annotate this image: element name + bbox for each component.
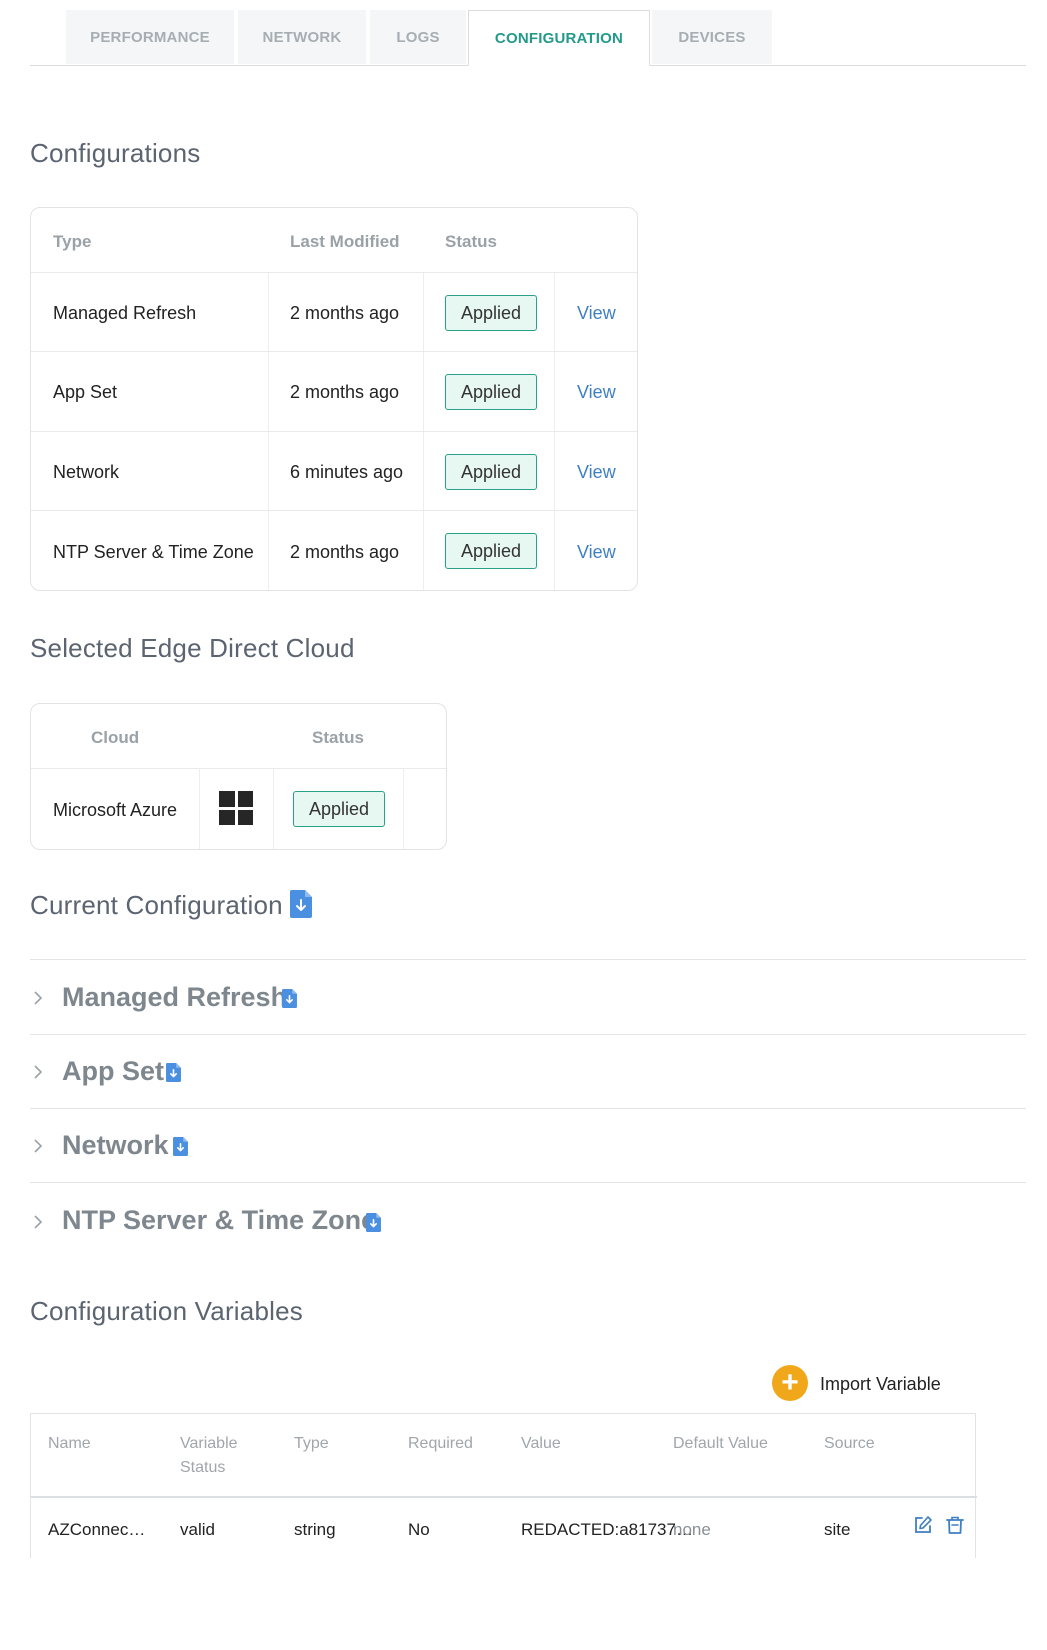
variable-value: REDACTED:a81737… (521, 1520, 693, 1539)
config-variables-table: Name Variable Status Type Required Value… (30, 1413, 977, 1558)
view-link[interactable]: View (577, 542, 616, 563)
config-type: Network (53, 462, 120, 482)
variable-name: AZConnec… (48, 1520, 146, 1539)
accordion-app-set[interactable]: App Set (30, 1034, 1026, 1108)
cloud-name: Microsoft Azure (53, 800, 178, 820)
variable-status: valid (180, 1520, 215, 1539)
config-type: Managed Refresh (53, 303, 197, 323)
download-file-icon[interactable] (166, 1063, 181, 1082)
accordion-managed-refresh[interactable]: Managed Refresh (30, 960, 1026, 1034)
chevron-right-icon (34, 1215, 43, 1229)
tab-logs[interactable]: LOGS (370, 10, 466, 64)
header-status: Status (445, 232, 497, 251)
header-last-modified: Last Modified (290, 232, 400, 251)
header-type: Type (53, 232, 92, 251)
trash-icon[interactable] (945, 1515, 965, 1535)
config-last-modified: 2 months ago (290, 542, 400, 562)
header-source: Source (824, 1435, 875, 1452)
view-link[interactable]: View (577, 462, 616, 483)
accordion-label: NTP Server & Time Zone (62, 1205, 377, 1235)
header-value: Value (521, 1435, 561, 1452)
status-badge: Applied (445, 533, 537, 569)
edge-cloud-table: Cloud Status Microsoft Azure Applied (30, 703, 447, 850)
accordion-label: Network (62, 1130, 169, 1160)
config-type: App Set (53, 382, 118, 402)
import-variable-label[interactable]: Import Variable (820, 1374, 941, 1395)
config-last-modified: 2 months ago (290, 303, 400, 323)
tab-network[interactable]: NETWORK (238, 10, 366, 64)
header-status: Status (312, 728, 364, 747)
chevron-right-icon (34, 991, 43, 1005)
edge-cloud-title: Selected Edge Direct Cloud (30, 633, 355, 663)
header-default-value: Default Value (673, 1435, 768, 1452)
config-variables-title: Configuration Variables (30, 1296, 303, 1326)
accordion-label: Managed Refresh (62, 982, 288, 1012)
status-badge: Applied (445, 295, 537, 331)
variable-required: No (408, 1520, 430, 1539)
config-last-modified: 6 minutes ago (290, 462, 404, 482)
plus-icon: + (781, 1366, 799, 1399)
tab-performance[interactable]: PERFORMANCE (66, 10, 234, 64)
header-variable-status: Variable Status (180, 1435, 238, 1476)
tab-devices[interactable]: DEVICES (652, 10, 772, 64)
chevron-right-icon (34, 1065, 43, 1079)
config-last-modified: 2 months ago (290, 382, 400, 402)
download-file-icon[interactable] (173, 1137, 188, 1156)
accordion-label: App Set (62, 1056, 165, 1086)
chevron-right-icon (34, 1139, 43, 1153)
import-variable-button[interactable]: + (772, 1365, 808, 1401)
variable-source: site (824, 1520, 851, 1539)
tab-bar: PERFORMANCE NETWORK LOGS CONFIGURATION D… (30, 10, 1026, 66)
download-file-icon[interactable] (290, 890, 312, 918)
status-badge: Applied (293, 791, 385, 827)
configurations-table: Type Last Modified Status Managed Refres… (30, 207, 638, 591)
windows-logo-icon (219, 791, 253, 825)
header-required: Required (408, 1435, 473, 1452)
header-name: Name (48, 1435, 91, 1452)
accordion-ntp-server[interactable]: NTP Server & Time Zone (30, 1182, 1026, 1256)
accordion-network[interactable]: Network (30, 1108, 1026, 1182)
variable-default-value: none (673, 1520, 711, 1539)
download-file-icon[interactable] (366, 1213, 381, 1232)
header-cloud: Cloud (91, 728, 140, 747)
config-type: NTP Server & Time Zone (53, 542, 254, 562)
download-file-icon[interactable] (282, 989, 297, 1008)
status-badge: Applied (445, 374, 537, 410)
tab-configuration[interactable]: CONFIGURATION (468, 10, 650, 66)
variable-type: string (294, 1520, 336, 1539)
view-link[interactable]: View (577, 303, 616, 324)
header-type: Type (294, 1435, 329, 1452)
configurations-title: Configurations (30, 138, 201, 168)
edit-icon[interactable] (913, 1515, 933, 1535)
current-configuration-title: Current Configuration (30, 890, 283, 920)
view-link[interactable]: View (577, 382, 616, 403)
status-badge: Applied (445, 454, 537, 490)
